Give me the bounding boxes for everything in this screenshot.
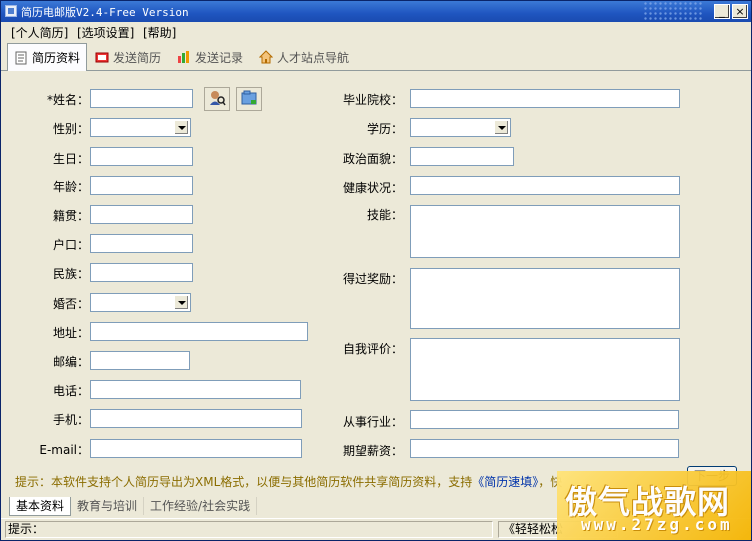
search-person-icon (208, 89, 226, 110)
zipcode-label: 邮编： (52, 355, 89, 369)
salary-label: 期望薪资： (342, 444, 403, 458)
school-input[interactable] (410, 89, 680, 108)
bar-chart-icon (177, 50, 191, 64)
window-title: 简历电邮版V2.4-Free Version (21, 6, 189, 19)
watermark-url: www.27zg.com (581, 515, 733, 534)
awards-label: 得过奖励： (342, 272, 403, 286)
tab-label: 人才站点导航 (277, 50, 350, 65)
subtab-education[interactable]: 教育与培训 (71, 497, 145, 515)
politics-label: 政治面貌： (342, 152, 403, 166)
subtab-experience[interactable]: 工作经验/社会实践 (144, 497, 258, 515)
menu-resume[interactable]: [个人简历] (11, 24, 68, 41)
age-input[interactable] (90, 176, 193, 195)
quick-fill-link[interactable]: 《简历速填》 (472, 475, 538, 489)
main-tabs: 简历资料 发送简历 发送记录 人才站点导航 (1, 43, 751, 71)
menu-options[interactable]: [选项设置] (77, 24, 134, 41)
self-eval-label: 自我评价： (342, 342, 403, 356)
name-input[interactable] (90, 89, 193, 108)
tab-send-resume[interactable]: 发送简历 (89, 45, 167, 69)
chevron-down-icon (174, 120, 189, 135)
home-icon (258, 50, 274, 64)
menu-help[interactable]: [帮助] (143, 24, 176, 41)
email-label: E-mail： (39, 443, 89, 457)
tab-label: 发送简历 (113, 50, 162, 65)
ethnicity-input[interactable] (90, 263, 193, 282)
tab-site-nav[interactable]: 人才站点导航 (253, 45, 355, 69)
gender-label: 性别： (52, 122, 89, 136)
chevron-down-icon (174, 295, 189, 310)
marital-select[interactable] (90, 293, 191, 312)
mobile-label: 手机： (52, 413, 89, 427)
politics-input[interactable] (410, 147, 514, 166)
menu-bar: [个人简历] [选项设置] [帮助] (1, 22, 751, 42)
minimize-button[interactable]: _ (714, 4, 730, 19)
zipcode-input[interactable] (90, 351, 190, 370)
school-label: 毕业院校： (342, 93, 403, 107)
tab-label: 简历资料 (32, 51, 81, 65)
awards-textarea[interactable] (410, 268, 680, 329)
subtab-basic[interactable]: 基本资料 (9, 497, 72, 516)
status-hint: 提示： (5, 521, 493, 538)
tab-resume-data[interactable]: 简历资料 (7, 43, 88, 71)
birthday-input[interactable] (90, 147, 193, 166)
close-button[interactable]: × (732, 4, 748, 19)
address-label: 地址： (52, 326, 89, 340)
app-icon (5, 5, 17, 17)
name-label: *姓名： (46, 93, 89, 107)
mobile-input[interactable] (90, 409, 302, 428)
birthday-label: 生日： (52, 152, 89, 166)
title-bar[interactable]: 简历电邮版V2.4-Free Version _ × (1, 1, 751, 22)
industry-label: 从事行业： (342, 415, 403, 429)
folder-icon (240, 89, 258, 110)
skills-textarea[interactable] (410, 205, 680, 258)
education-select[interactable] (410, 118, 511, 137)
education-label: 学历： (366, 122, 403, 136)
sub-tabs: 基本资料 教育与培训 工作经验/社会实践 (9, 497, 258, 516)
phone-label: 电话： (52, 384, 89, 398)
hukou-input[interactable] (90, 234, 193, 253)
email-input[interactable] (90, 439, 302, 458)
mail-icon (95, 50, 109, 64)
tab-send-log[interactable]: 发送记录 (171, 45, 249, 69)
industry-input[interactable] (410, 410, 679, 429)
search-person-button[interactable] (204, 87, 230, 111)
document-icon (14, 51, 28, 65)
gender-select[interactable] (90, 118, 191, 137)
hometown-input[interactable] (90, 205, 193, 224)
self-eval-textarea[interactable] (410, 338, 680, 401)
skills-label: 技能： (366, 208, 403, 222)
address-input[interactable] (90, 322, 308, 341)
marital-label: 婚否： (52, 297, 89, 311)
watermark-logo: 傲气战歌网 www.27zg.com (557, 471, 751, 540)
chevron-down-icon (494, 120, 509, 135)
title-pattern (643, 1, 703, 22)
salary-input[interactable] (410, 439, 679, 458)
health-input[interactable] (410, 176, 680, 195)
age-label: 年龄： (52, 180, 89, 194)
ethnicity-label: 民族： (52, 267, 89, 281)
hukou-label: 户口： (52, 238, 89, 252)
app-window: 简历电邮版V2.4-Free Version _ × [个人简历] [选项设置]… (0, 0, 752, 541)
tab-label: 发送记录 (195, 50, 244, 65)
open-folder-button[interactable] (236, 87, 262, 111)
hometown-label: 籍贯： (52, 209, 89, 223)
hint-text: 提示：本软件支持个人简历导出为XML格式，以便与其他简历软件共享简历资料，支持《… (15, 475, 563, 489)
health-label: 健康状况： (342, 181, 403, 195)
phone-input[interactable] (90, 380, 301, 399)
